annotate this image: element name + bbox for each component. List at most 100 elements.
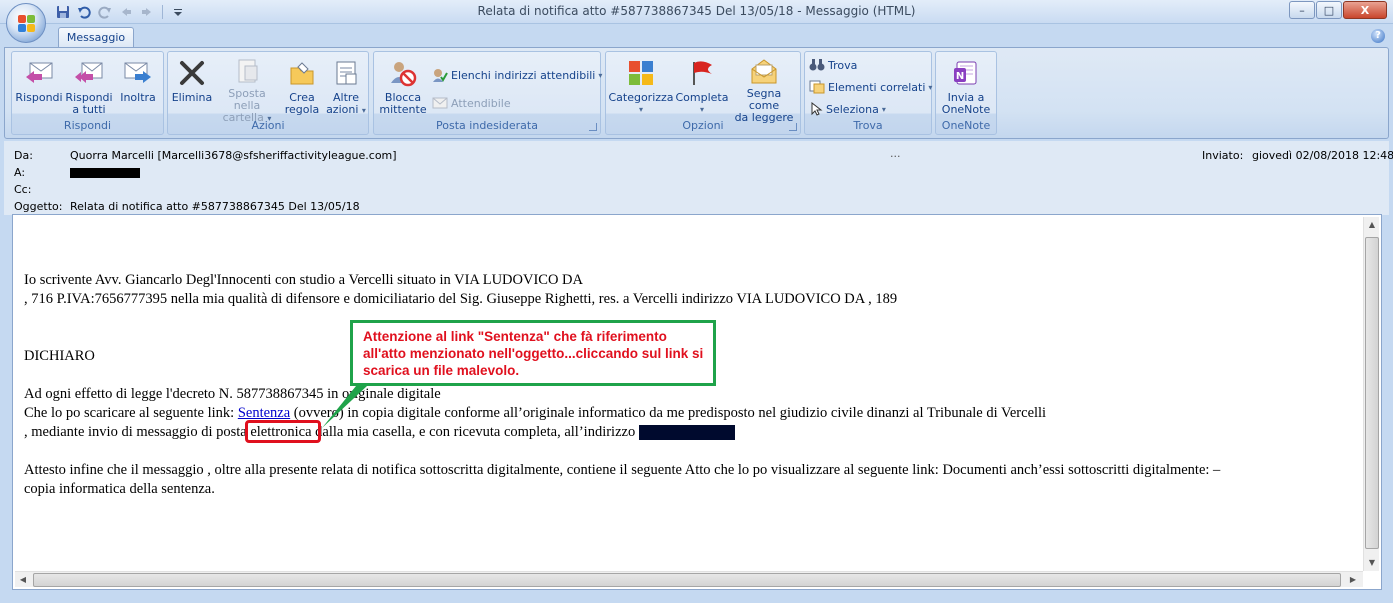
warning-callout-text: Attenzione al link "Sentenza" che fà rif… bbox=[363, 329, 704, 378]
junk-dialog-launcher-icon[interactable] bbox=[589, 123, 597, 131]
subject-value: Relata di notifica atto #587738867345 De… bbox=[70, 200, 360, 213]
safe-lists-button[interactable]: Elenchi indirizzi attendibili ▾ bbox=[432, 66, 602, 84]
find-button[interactable]: Trova bbox=[809, 56, 857, 74]
block-sender-button[interactable]: Blocca mittente bbox=[376, 54, 430, 118]
close-button[interactable]: X bbox=[1343, 1, 1387, 19]
trusted-button[interactable]: Attendibile bbox=[432, 94, 511, 112]
delete-button[interactable]: Elimina bbox=[170, 54, 214, 118]
group-azioni: Elimina Sposta nella cartella ▾ Crea reg… bbox=[167, 51, 369, 135]
horizontal-scroll-thumb[interactable] bbox=[33, 573, 1341, 587]
help-icon[interactable]: ? bbox=[1371, 29, 1385, 43]
horizontal-scrollbar[interactable]: ◀ ▶ bbox=[15, 571, 1363, 587]
move-label-1: Sposta nella bbox=[228, 87, 266, 112]
vertical-scrollbar[interactable]: ▲ ▼ bbox=[1363, 217, 1379, 571]
forward-icon bbox=[122, 57, 154, 89]
header-ellipsis: ... bbox=[890, 147, 901, 160]
trusted-icon bbox=[432, 97, 448, 109]
onenote-icon: N bbox=[950, 57, 982, 89]
onenote-label-2: OneNote bbox=[941, 103, 991, 116]
body-line-3: Ad ogni effetto di legge l'decreto N. 58… bbox=[24, 386, 441, 402]
from-value[interactable]: Quorra Marcelli [Marcelli3678@sfsheriffa… bbox=[70, 149, 397, 162]
reply-all-button[interactable]: Rispondi a tutti bbox=[64, 54, 114, 118]
related-items-dropdown-icon: ▾ bbox=[928, 82, 933, 92]
move-folder-icon bbox=[231, 57, 263, 85]
ribbon-tabs: Messaggio ? bbox=[0, 24, 1393, 48]
other-actions-label-2: azioni ▾ bbox=[326, 103, 366, 116]
mark-unread-button[interactable]: Segna come da leggere bbox=[730, 54, 798, 124]
body-line-4: Che lo po scaricare al seguente link: Se… bbox=[24, 405, 1047, 421]
select-dropdown-icon: ▾ bbox=[881, 104, 886, 114]
related-items-label: Elementi correlati bbox=[828, 80, 926, 94]
body-line-7: copia informatica della sentenza. bbox=[24, 481, 215, 497]
group-onenote: N Invia a OneNote OneNote bbox=[935, 51, 997, 135]
sent-label: Inviato: bbox=[1202, 149, 1244, 162]
follow-up-button[interactable]: Completa ▾ bbox=[674, 54, 730, 118]
group-label-posta-indesiderata: Posta indesiderata bbox=[436, 119, 538, 132]
block-sender-label-2: mittente bbox=[379, 103, 427, 116]
group-trova: Trova Elementi correlati ▾ Seleziona ▾ T… bbox=[804, 51, 932, 135]
trusted-label: Attendibile bbox=[451, 96, 511, 110]
follow-up-label: Completa bbox=[675, 91, 729, 104]
maximize-button[interactable]: □ bbox=[1316, 1, 1342, 19]
to-label: A: bbox=[14, 166, 26, 179]
cc-label: Cc: bbox=[14, 183, 32, 196]
send-to-onenote-button[interactable]: N Invia a OneNote bbox=[938, 54, 994, 118]
reply-icon bbox=[23, 57, 55, 89]
reply-all-label-2: a tutti bbox=[72, 103, 106, 116]
safe-lists-icon bbox=[433, 69, 448, 82]
binoculars-icon bbox=[809, 59, 825, 71]
select-label: Seleziona bbox=[826, 102, 879, 116]
red-flag-icon bbox=[686, 57, 718, 89]
create-rule-label-2: regola bbox=[284, 103, 320, 116]
group-rispondi: Rispondi Rispondi a tutti Inoltra Rispon… bbox=[11, 51, 164, 135]
scroll-right-icon[interactable]: ▶ bbox=[1345, 572, 1361, 588]
body-line-2: , 716 P.IVA:7656777395 nella mia qualità… bbox=[24, 291, 898, 307]
find-label: Trova bbox=[828, 58, 858, 72]
delete-x-icon bbox=[176, 57, 208, 89]
create-rule-icon bbox=[286, 57, 318, 89]
related-items-button[interactable]: Elementi correlati ▾ bbox=[809, 78, 932, 96]
categorize-dropdown-icon: ▾ bbox=[638, 105, 643, 114]
categorize-button[interactable]: Categorizza ▾ bbox=[608, 54, 674, 118]
group-label-onenote: OneNote bbox=[941, 119, 991, 132]
options-dialog-launcher-icon[interactable] bbox=[789, 123, 797, 131]
group-label-azioni: Azioni bbox=[251, 119, 285, 132]
other-actions-button[interactable]: Altre azioni ▾ bbox=[324, 54, 368, 118]
scroll-left-icon[interactable]: ◀ bbox=[15, 572, 31, 588]
other-actions-icon bbox=[330, 57, 362, 89]
block-sender-icon bbox=[387, 57, 419, 89]
reply-button[interactable]: Rispondi bbox=[14, 54, 64, 118]
safe-lists-dropdown-icon: ▾ bbox=[598, 70, 603, 80]
tab-messaggio[interactable]: Messaggio bbox=[58, 27, 134, 48]
title-bar: Relata di notifica atto #587738867345 De… bbox=[0, 0, 1393, 24]
move-to-folder-button[interactable]: Sposta nella cartella ▾ bbox=[214, 54, 280, 124]
group-label-trova: Trova bbox=[853, 119, 883, 132]
scroll-up-icon[interactable]: ▲ bbox=[1364, 217, 1380, 233]
sentenza-link[interactable]: Sentenza bbox=[238, 405, 290, 421]
vertical-scroll-thumb[interactable] bbox=[1365, 237, 1379, 549]
create-rule-button[interactable]: Crea regola bbox=[280, 54, 324, 118]
body-line-1: Io scrivente Avv. Giancarlo Degl'Innocen… bbox=[24, 272, 583, 288]
office-logo-icon bbox=[18, 15, 36, 33]
message-body-frame[interactable]: Io scrivente Avv. Giancarlo Degl'Innocen… bbox=[12, 214, 1382, 590]
categorize-label: Categorizza bbox=[608, 91, 674, 104]
group-posta-indesiderata: Blocca mittente Elenchi indirizzi attend… bbox=[373, 51, 602, 135]
sent-value: giovedì 02/08/2018 12:48 bbox=[1252, 149, 1393, 162]
warning-callout: Attenzione al link "Sentenza" che fà rif… bbox=[350, 320, 716, 386]
forward-button[interactable]: Inoltra bbox=[114, 54, 162, 118]
window-controls: – □ X bbox=[1289, 1, 1387, 19]
group-opzioni: Categorizza ▾ Completa ▾ Segna come da l… bbox=[605, 51, 801, 135]
scroll-down-icon[interactable]: ▼ bbox=[1364, 555, 1380, 571]
body-line-6: Attesto infine che il messaggio , oltre … bbox=[24, 462, 1221, 478]
body-line-5: , mediante invio di messaggio di posta e… bbox=[24, 423, 1354, 442]
select-button[interactable]: Seleziona ▾ bbox=[809, 100, 886, 118]
minimize-button[interactable]: – bbox=[1289, 1, 1315, 19]
delete-label: Elimina bbox=[171, 91, 213, 104]
svg-text:N: N bbox=[956, 71, 964, 82]
office-button[interactable] bbox=[6, 3, 46, 43]
ribbon: Rispondi Rispondi a tutti Inoltra Rispon… bbox=[4, 47, 1389, 139]
group-label-opzioni: Opzioni bbox=[682, 119, 724, 132]
related-items-icon bbox=[809, 80, 825, 94]
message-header: Da: Quorra Marcelli [Marcelli3678@sfsher… bbox=[4, 141, 1393, 215]
window-title: Relata di notifica atto #587738867345 De… bbox=[477, 4, 916, 18]
